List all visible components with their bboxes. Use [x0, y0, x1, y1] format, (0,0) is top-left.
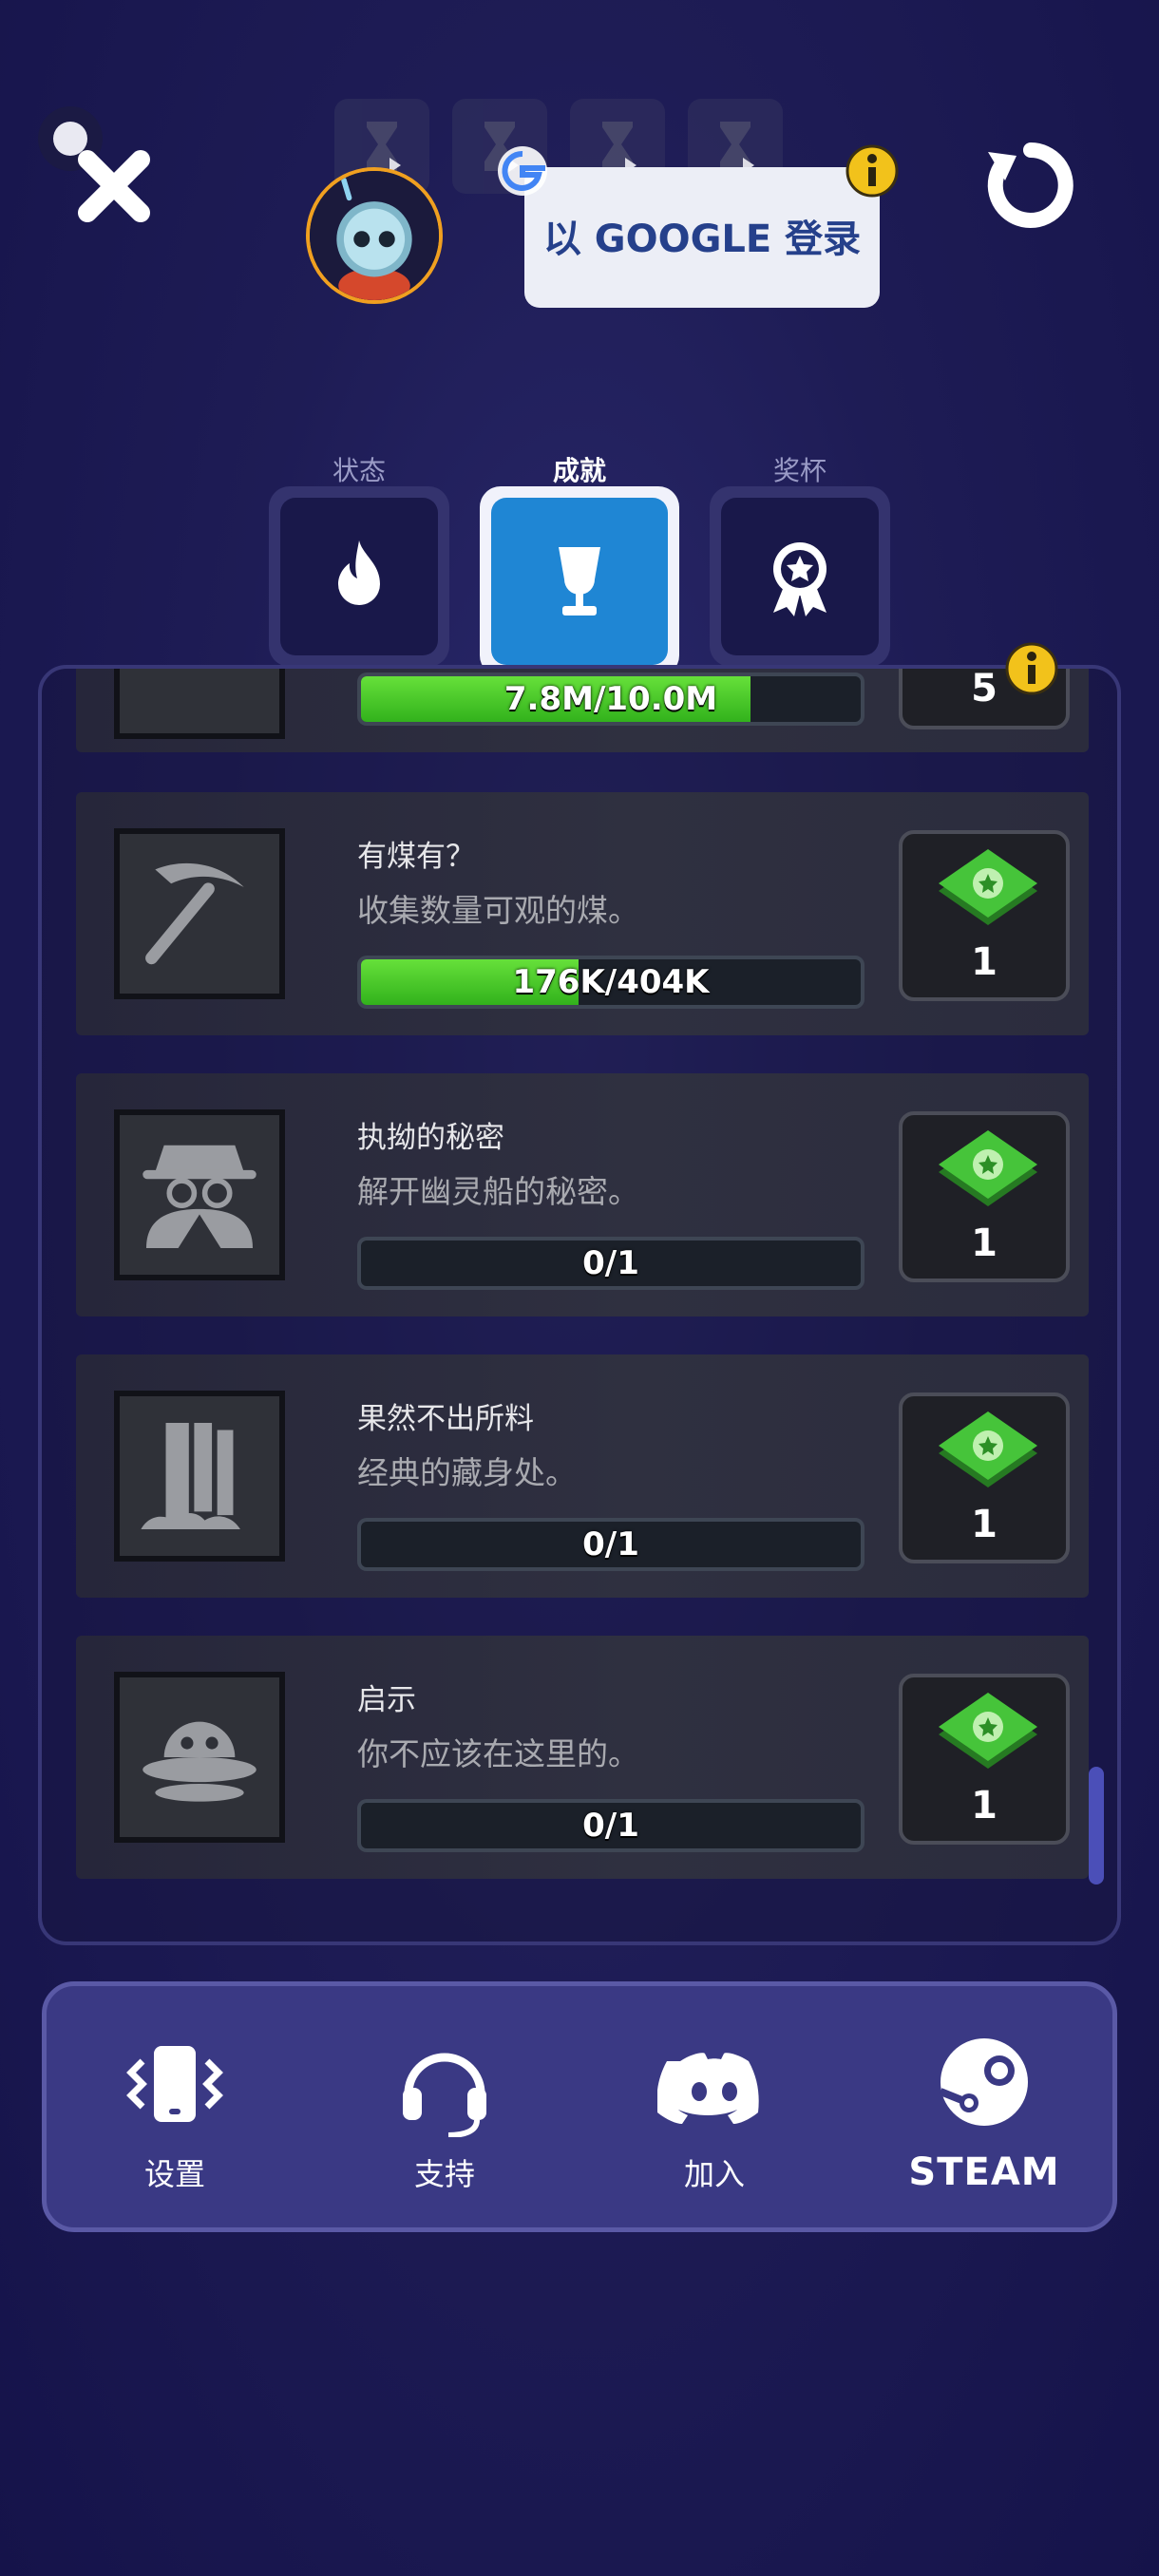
- achievement-row: 果然不出所料 经典的藏身处。 0/1 1: [76, 1354, 1089, 1598]
- steam-label: STEAM: [908, 2150, 1060, 2194]
- achievement-desc: 你不应该在这里的。: [357, 1735, 639, 1772]
- reward-box[interactable]: 1: [899, 1111, 1070, 1282]
- tab-label-status: 状态: [332, 455, 386, 486]
- info-icon[interactable]: [846, 144, 899, 198]
- refresh-icon: [987, 142, 1074, 228]
- achievement-title: 执拗的秘密: [357, 1121, 504, 1155]
- tab-trophies[interactable]: [710, 486, 890, 667]
- achievement-icon: [114, 1672, 285, 1843]
- ticket-icon: [939, 849, 1037, 925]
- progress-text: 7.8M/10.0M: [504, 680, 718, 718]
- reward-count: 1: [971, 1503, 998, 1546]
- support-label: 支持: [413, 2156, 475, 2192]
- discord-button[interactable]: 加入: [619, 2033, 809, 2194]
- tab-label-trophies: 奖杯: [772, 455, 826, 486]
- close-icon: [38, 106, 150, 222]
- achievement-icon: [114, 1391, 285, 1562]
- steam-icon: [939, 2038, 1028, 2126]
- ticket-icon: [939, 1130, 1037, 1206]
- support-button[interactable]: 支持: [350, 2033, 540, 2194]
- progress-bar: 0/1: [357, 1237, 864, 1290]
- achievement-title: 果然不出所料: [357, 1402, 534, 1436]
- progress-bar: 7.8M/10.0M: [357, 672, 864, 726]
- tab-label-achievements: 成就: [552, 455, 606, 486]
- achievement-desc: 经典的藏身处。: [357, 1454, 577, 1491]
- phone-vibrate-icon: [126, 2046, 223, 2122]
- ticket-icon: [939, 1693, 1037, 1769]
- progress-text: 176K/404K: [512, 963, 710, 1001]
- achievement-title: 启示: [357, 1683, 416, 1717]
- headset-icon: [403, 2053, 486, 2137]
- trophy-icon: [559, 547, 600, 616]
- close-button[interactable]: [28, 104, 162, 237]
- achievement-row: 有煤有？ 收集数量可观的煤。 176K/404K 1: [76, 792, 1089, 1035]
- achievement-icon: [114, 1109, 285, 1280]
- pickaxe-icon: [145, 862, 244, 965]
- reward-box[interactable]: 1: [899, 830, 1070, 1001]
- progress-bar: 0/1: [357, 1518, 864, 1571]
- waterfall-icon: [141, 1423, 240, 1529]
- refresh-button[interactable]: [978, 133, 1083, 237]
- spy-icon: [142, 1145, 256, 1248]
- medal-icon: [773, 542, 826, 616]
- reward-count: 1: [971, 1784, 998, 1828]
- tab-status[interactable]: [269, 486, 449, 667]
- settings-button[interactable]: 设置: [80, 2033, 270, 2194]
- join-label: 加入: [683, 2156, 745, 2192]
- achievement-title: 有煤有？: [357, 840, 475, 874]
- achievement-icon: [114, 669, 285, 739]
- flame-icon: [338, 540, 380, 605]
- progress-text: 0/1: [582, 1807, 639, 1845]
- avatar[interactable]: [306, 167, 443, 304]
- info-icon[interactable]: [1005, 642, 1058, 695]
- steam-button[interactable]: STEAM: [889, 2033, 1079, 2194]
- google-login-button[interactable]: 以 GOOGLE 登录: [524, 167, 880, 308]
- achievement-row: 执拗的秘密 解开幽灵船的秘密。 0/1 1: [76, 1073, 1089, 1316]
- progress-bar: 176K/404K: [357, 956, 864, 1009]
- settings-label: 设置: [143, 2156, 205, 2192]
- achievement-list[interactable]: 7.8M/10.0M 5 有煤有？ 收集数量可观的煤。 176K/404K 1: [38, 665, 1121, 1945]
- reward-count: 1: [971, 1222, 998, 1265]
- progress-bar: 0/1: [357, 1799, 864, 1852]
- achievement-row: 7.8M/10.0M 5: [76, 669, 1089, 752]
- achievement-icon: [114, 828, 285, 999]
- alien-ufo-icon: [142, 1721, 256, 1802]
- progress-text: 0/1: [582, 1244, 639, 1282]
- google-icon: [494, 142, 551, 199]
- achievement-desc: 收集数量可观的煤。: [357, 892, 639, 929]
- ticket-icon: [939, 1411, 1037, 1487]
- reward-box[interactable]: 1: [899, 1392, 1070, 1563]
- scrollbar[interactable]: [1089, 1767, 1104, 1885]
- progress-text: 0/1: [582, 1525, 639, 1563]
- achievement-desc: 解开幽灵船的秘密。: [357, 1173, 639, 1210]
- reward-box[interactable]: 1: [899, 1674, 1070, 1845]
- tab-achievements[interactable]: [480, 486, 679, 676]
- discord-icon: [657, 2053, 759, 2124]
- achievement-row: 启示 你不应该在这里的。 0/1 1: [76, 1636, 1089, 1879]
- reward-count: 1: [971, 940, 998, 984]
- robot-avatar: [310, 171, 439, 300]
